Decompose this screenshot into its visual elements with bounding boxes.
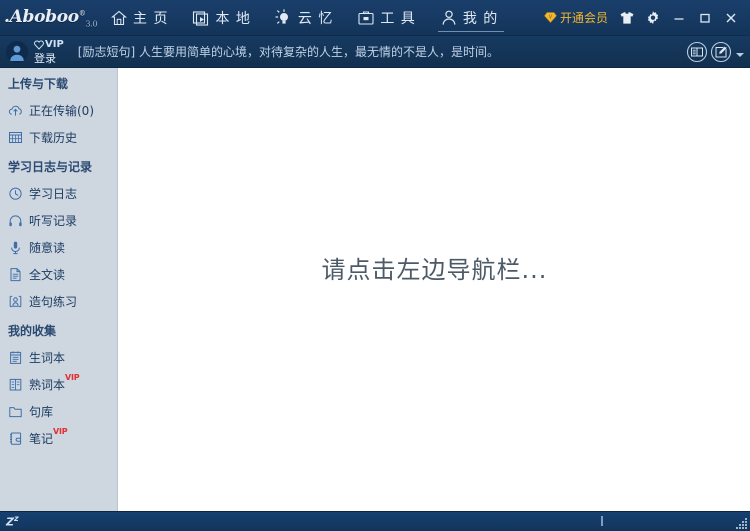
sidebar-item-dictation-record[interactable]: 听写记录 (0, 207, 117, 234)
content-placeholder-text: 请点击左边导航栏... (321, 256, 548, 284)
main-content: 请点击左边导航栏... (119, 68, 750, 511)
sidebar: 上传与下载 正在传输(0) 下载历史 学习日志与记录 学习日志 听写记录 随意读… (0, 68, 118, 511)
sidebar-group-title-my-collection: 我的收集 (8, 324, 57, 338)
home-icon (110, 9, 128, 27)
sidebar-label-new-words: 生词本 (29, 351, 66, 365)
tshirt-icon (620, 11, 634, 24)
lightbulb-icon (275, 8, 293, 27)
video-library-icon (192, 9, 210, 27)
logo-version: 3.0 (85, 19, 98, 29)
maximize-icon (700, 13, 710, 23)
nav-item-home[interactable]: 主 页 (98, 0, 180, 36)
nav-item-tools[interactable]: 工 具 (345, 0, 427, 36)
sidebar-item-new-words[interactable]: 生词本 (0, 344, 117, 371)
dictionary-icon[interactable] (686, 41, 708, 63)
close-button[interactable] (718, 5, 744, 31)
headphones-icon (9, 215, 22, 227)
login-link[interactable]: 登录 (34, 53, 64, 64)
chevron-down-icon[interactable] (736, 52, 744, 57)
nav-label-cloud-memory: 云 忆 (297, 10, 334, 27)
body-area: 上传与下载 正在传输(0) 下载历史 学习日志与记录 学习日志 听写记录 随意读… (0, 68, 750, 511)
sidebar-label-full-text-read: 全文读 (29, 268, 66, 282)
vip-status[interactable]: VIP (34, 38, 64, 50)
svg-text:V: V (549, 15, 553, 21)
nav-label-local: 本 地 (215, 10, 251, 27)
sidebar-label-transferring: 正在传输(0) (29, 104, 94, 118)
document-icon (10, 268, 21, 282)
sidebar-label-dictation-record: 听写记录 (29, 214, 78, 228)
sidebar-item-notes[interactable]: 笔记VIP (0, 425, 117, 452)
sidebar-label-known-words: 熟词本VIP (29, 373, 80, 392)
subbar-right-cluster (686, 41, 750, 63)
known-words-icon (9, 378, 22, 391)
sentence-practice-icon (9, 295, 22, 308)
activate-membership-button[interactable]: V 开通会员 (538, 9, 614, 26)
titlebar-right-cluster: V 开通会员 (538, 0, 750, 36)
nav-item-cloud-memory[interactable]: 云 忆 (263, 0, 345, 36)
sidebar-label-free-read: 随意读 (29, 241, 66, 255)
sidebar-label-study-log: 学习日志 (29, 187, 78, 201)
settings-button[interactable] (640, 5, 666, 31)
sidebar-item-sentence-practice[interactable]: 造句练习 (0, 288, 117, 315)
clock-icon (9, 187, 22, 200)
logo-text: .Aboboo®3.0 (4, 6, 98, 29)
sidebar-item-known-words[interactable]: 熟词本VIP (0, 371, 117, 398)
app-logo: .Aboboo®3.0 (0, 0, 98, 36)
sidebar-item-study-log[interactable]: 学习日志 (0, 180, 117, 207)
resize-grip[interactable] (735, 517, 747, 529)
sidebar-item-free-read[interactable]: 随意读 (0, 234, 117, 261)
nav-item-local[interactable]: 本 地 (180, 0, 262, 36)
minimize-button[interactable] (666, 5, 692, 31)
nav-item-mine[interactable]: 我 的 (428, 0, 510, 36)
user-avatar-icon (6, 40, 28, 63)
user-quote-bar: VIP 登录 [励志短句] 人生要用简单的心境，对待复杂的人生，最无情的不是人，… (0, 36, 750, 68)
sidebar-item-sentence-library[interactable]: 句库 (0, 398, 117, 425)
sidebar-label-download-history: 下载历史 (29, 131, 78, 145)
nav-label-mine: 我 的 (462, 10, 499, 27)
activate-membership-label: 开通会员 (559, 11, 608, 25)
nav-active-indicator (437, 30, 505, 32)
tshirt-skin-button[interactable] (614, 5, 640, 31)
vip-badge: VIP (53, 427, 68, 436)
main-nav: 主 页 本 地 云 忆 工 具 我 的 (98, 0, 510, 36)
microphone-icon (11, 241, 20, 255)
app-window: .Aboboo®3.0 主 页 本 地 云 忆 工 具 我 的 V 开通会员 V… (0, 0, 750, 531)
avatar[interactable] (6, 40, 28, 63)
daily-quote: [励志短句] 人生要用简单的心境，对待复杂的人生，最无情的不是人，是时间。 (77, 45, 499, 59)
title-bar: .Aboboo®3.0 主 页 本 地 云 忆 工 具 我 的 V 开通会员 (0, 0, 750, 36)
status-bar: Zz (0, 511, 750, 531)
nav-label-tools: 工 具 (380, 10, 416, 27)
toolbox-icon (357, 9, 375, 27)
sidebar-group-title-upload-download: 上传与下载 (8, 77, 69, 91)
vip-label: VIP (45, 38, 64, 50)
nav-label-home: 主 页 (133, 10, 169, 27)
sidebar-label-sentence-library: 句库 (29, 405, 54, 419)
sidebar-label-notes: 笔记VIP (29, 427, 68, 446)
maximize-button[interactable] (692, 5, 718, 31)
gear-icon (647, 10, 659, 24)
sidebar-item-transferring[interactable]: 正在传输(0) (0, 97, 117, 124)
cloud-upload-icon (8, 105, 22, 116)
sidebar-label-sentence-practice: 造句练习 (29, 295, 78, 309)
sidebar-item-download-history[interactable]: 下载历史 (0, 124, 117, 151)
minimize-icon (674, 17, 684, 20)
user-info-block: VIP 登录 (34, 37, 64, 67)
history-grid-icon (9, 132, 22, 143)
notes-icon (10, 432, 22, 445)
vip-badge: VIP (65, 373, 80, 382)
close-icon (726, 13, 736, 22)
diamond-icon: V (544, 12, 557, 23)
registered-mark: ® (78, 9, 86, 18)
vip-heart-icon (34, 39, 44, 50)
notebook-icon (10, 351, 22, 364)
sleep-mode-button[interactable]: Zz (0, 514, 19, 529)
folder-icon (9, 407, 22, 418)
status-tick-marker (601, 516, 603, 526)
sidebar-item-full-text-read[interactable]: 全文读 (0, 261, 117, 288)
person-icon (440, 9, 458, 27)
edit-note-icon[interactable] (710, 41, 732, 63)
sidebar-group-title-study-log: 学习日志与记录 (8, 160, 93, 174)
